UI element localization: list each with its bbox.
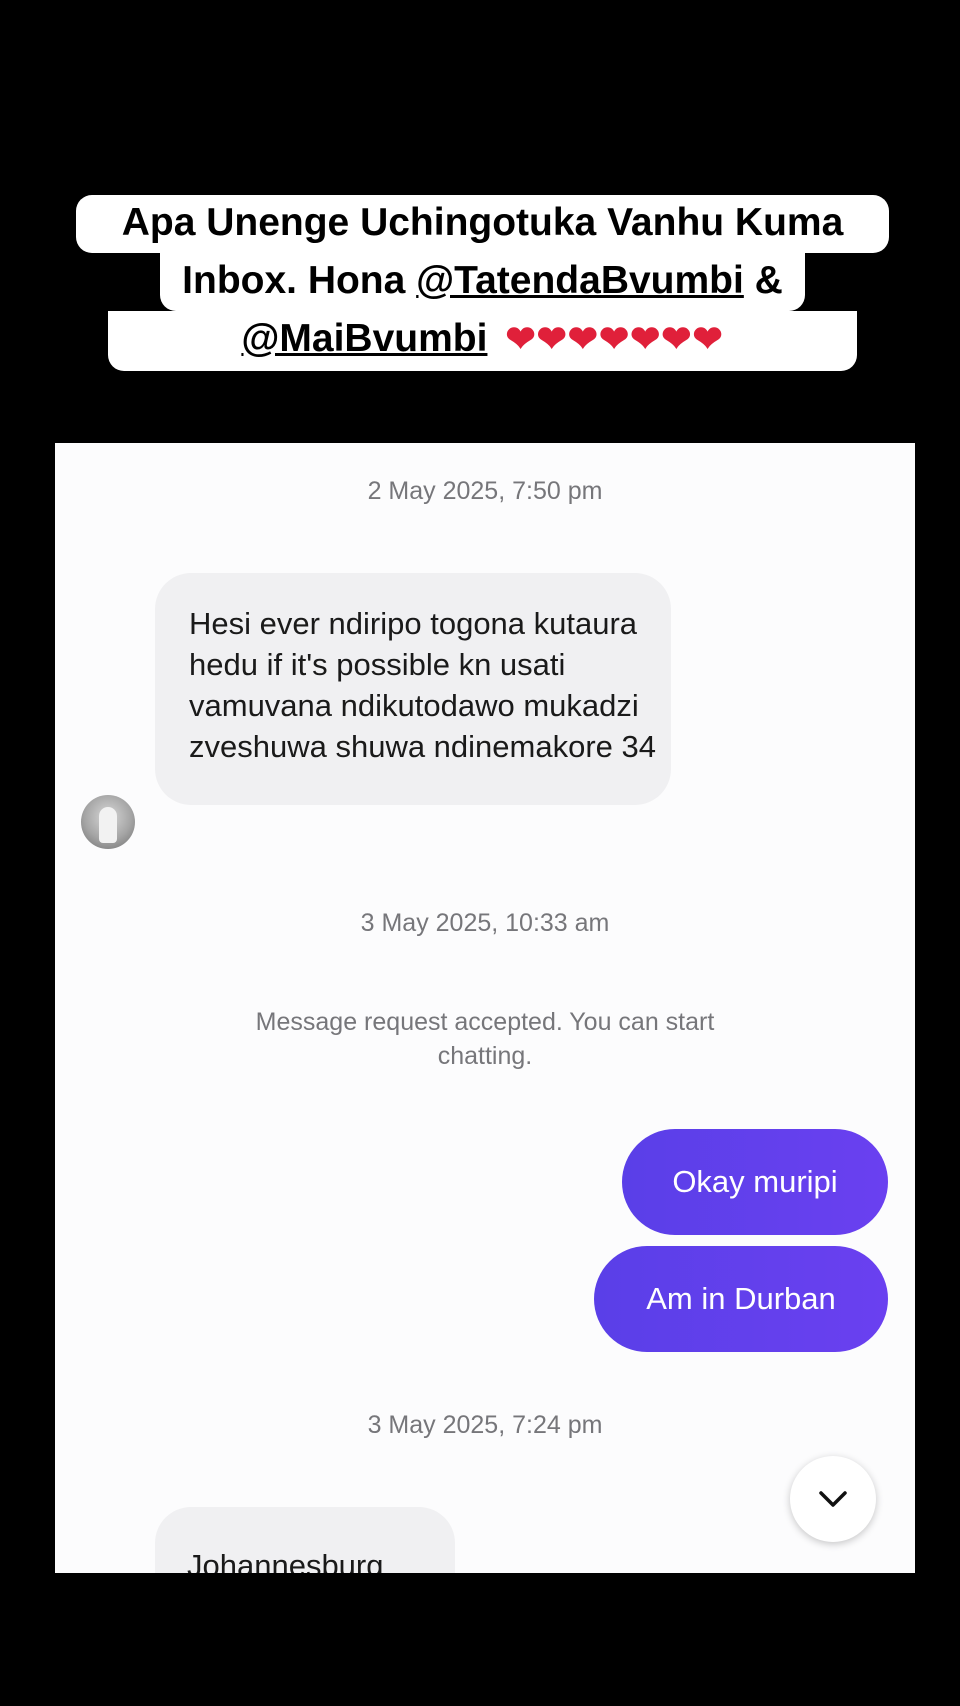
system-message-text: Message request accepted. You can start … <box>255 1008 715 1070</box>
message-text: Hesi ever ndiripo togona kutaura hedu if… <box>189 606 656 764</box>
caption-line-3: @MaiBvumbi ❤❤❤❤❤❤❤ <box>108 311 857 371</box>
video-frame: Apa Unenge Uchingotuka Vanhu Kuma Inbox.… <box>0 0 960 1706</box>
avatar-figure <box>99 807 117 843</box>
scroll-down-button[interactable] <box>790 1456 876 1542</box>
chevron-down-icon <box>819 1491 847 1507</box>
message-text: Johannesburg <box>187 1548 384 1573</box>
timestamp: 2 May 2025, 7:50 pm <box>367 477 603 505</box>
system-message: Message request accepted. You can start … <box>55 1005 915 1073</box>
mention-mai[interactable]: @MaiBvumbi <box>241 317 487 360</box>
contact-avatar[interactable] <box>81 795 135 849</box>
heart-icons: ❤❤❤❤❤❤❤ <box>505 318 724 359</box>
mention-tatenda[interactable]: @TatendaBvumbi <box>416 259 744 302</box>
caption-text: & <box>743 259 783 302</box>
timestamp: 3 May 2025, 10:33 am <box>360 909 610 937</box>
timestamp: 3 May 2025, 7:24 pm <box>367 1411 603 1439</box>
chat-screenshot: 2 May 2025, 7:50 pm Hesi ever ndiripo to… <box>55 443 915 1573</box>
caption-text: Inbox. Hona <box>182 259 417 302</box>
incoming-message[interactable]: Hesi ever ndiripo togona kutaura hedu if… <box>155 573 671 805</box>
incoming-message[interactable]: Johannesburg <box>155 1507 455 1573</box>
caption-line-2: Inbox. Hona @TatendaBvumbi & <box>160 253 805 311</box>
caption-overlay: Apa Unenge Uchingotuka Vanhu Kuma Inbox.… <box>76 195 889 375</box>
outgoing-message[interactable]: Am in Durban <box>594 1246 888 1352</box>
caption-line-1: Apa Unenge Uchingotuka Vanhu Kuma <box>76 195 889 253</box>
outgoing-message[interactable]: Okay muripi <box>622 1129 888 1235</box>
